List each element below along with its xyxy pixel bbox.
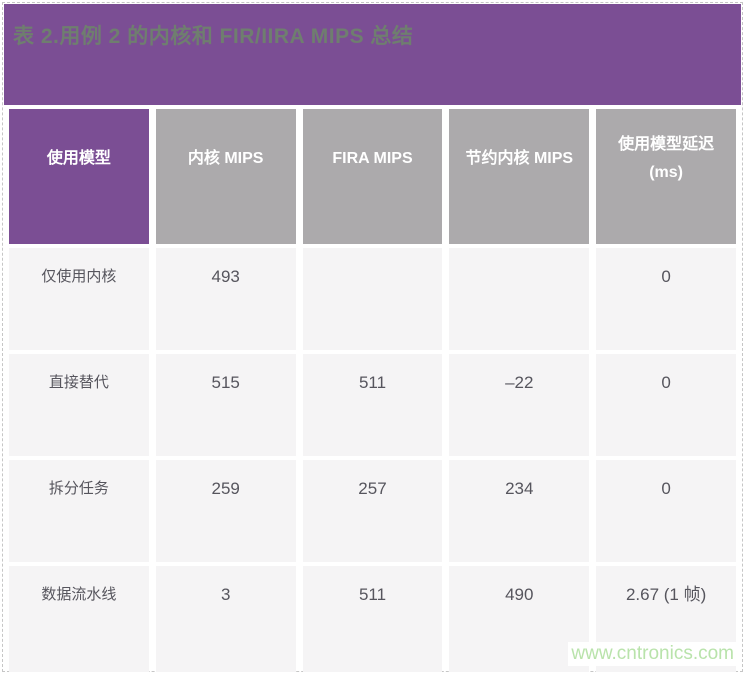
header-cell-usage-model: 使用模型 bbox=[9, 109, 149, 244]
header-cell-kernel-mips: 内核 MIPS bbox=[156, 109, 296, 244]
value-cell-fira-mips: 257 bbox=[303, 460, 443, 562]
table-caption-band: 表 2.用例 2 的内核和 FIR/IIRA MIPS 总结 bbox=[4, 4, 741, 105]
value-cell-latency: 0 bbox=[596, 248, 736, 350]
header-label: 使用模型延迟 (ms) bbox=[618, 131, 714, 187]
value-cell-kernel-mips: 3 bbox=[156, 566, 296, 672]
table-caption: 表 2.用例 2 的内核和 FIR/IIRA MIPS 总结 bbox=[13, 24, 741, 50]
value-cell-kernel-mips: 515 bbox=[156, 354, 296, 456]
header-cell-saved-kernel-mips: 节约内核 MIPS bbox=[449, 109, 589, 244]
value-cell-kernel-mips: 259 bbox=[156, 460, 296, 562]
header-cell-latency: 使用模型延迟 (ms) bbox=[596, 109, 736, 244]
row-label-cell: 数据流水线 bbox=[9, 566, 149, 672]
mips-summary-table: 使用模型 内核 MIPS FIRA MIPS 节约内核 MIPS 使用模 bbox=[9, 109, 736, 672]
watermark: www.cntronics.com bbox=[568, 642, 737, 666]
row-label-cell: 拆分任务 bbox=[9, 460, 149, 562]
value-cell-latency: 0 bbox=[596, 354, 736, 456]
value-cell-fira-mips bbox=[303, 248, 443, 350]
header-label: 使用模型 bbox=[47, 131, 111, 187]
value-cell-saved-mips bbox=[449, 248, 589, 350]
header-label: 节约内核 MIPS bbox=[466, 131, 574, 187]
value-cell-saved-mips: 234 bbox=[449, 460, 589, 562]
row-label-cell: 仅使用内核 bbox=[9, 248, 149, 350]
value-cell-kernel-mips: 493 bbox=[156, 248, 296, 350]
page-frame: 表 2.用例 2 的内核和 FIR/IIRA MIPS 总结 使用模型 内核 M… bbox=[2, 2, 743, 672]
value-cell-fira-mips: 511 bbox=[303, 354, 443, 456]
row-label-cell: 直接替代 bbox=[9, 354, 149, 456]
header-label: 内核 MIPS bbox=[188, 131, 264, 187]
header-cell-fira-mips: FIRA MIPS bbox=[303, 109, 443, 244]
header-label: FIRA MIPS bbox=[332, 131, 412, 187]
value-cell-fira-mips: 511 bbox=[303, 566, 443, 672]
value-cell-saved-mips: –22 bbox=[449, 354, 589, 456]
value-cell-latency: 0 bbox=[596, 460, 736, 562]
